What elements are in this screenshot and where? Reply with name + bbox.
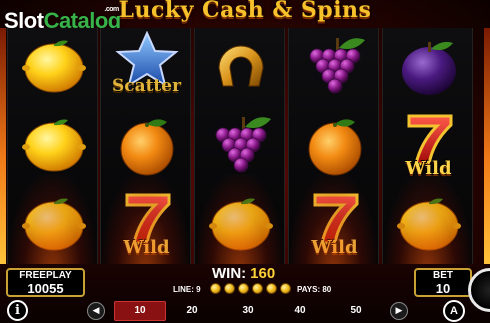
autoplay-button[interactable]: A xyxy=(443,300,465,322)
coin-icon xyxy=(238,283,249,294)
left-flame-border xyxy=(0,28,6,264)
symbol-lemon xyxy=(195,186,284,264)
bet-option-40[interactable]: 40 xyxy=(274,301,326,321)
watermark-suffix: .com xyxy=(104,6,119,13)
bet-option-20[interactable]: 20 xyxy=(166,301,218,321)
coin-icon xyxy=(210,283,221,294)
symbol-grapes xyxy=(289,28,378,106)
coin-icon xyxy=(224,283,235,294)
symbol-seven-wild: Wild xyxy=(289,186,378,264)
bet-option-10[interactable]: 10 xyxy=(114,301,166,321)
pays-info: PAYS: 80 xyxy=(297,285,332,294)
freeplay-box: FREEPLAY 10055 xyxy=(6,268,85,297)
right-flame-border xyxy=(484,28,490,264)
reel-2: Scatter Wild xyxy=(100,28,191,264)
coin-indicator xyxy=(210,283,291,294)
wild-label: Wild xyxy=(123,237,170,258)
symbol-orange xyxy=(289,107,378,185)
scatter-label: Scatter xyxy=(111,76,182,96)
bet-prev-button[interactable]: ◀ xyxy=(87,302,105,320)
bet-box: BET 10 xyxy=(414,268,472,297)
symbol-scatter: Scatter xyxy=(101,28,190,106)
bet-option-50[interactable]: 50 xyxy=(330,301,382,321)
symbol-seven-wild: Wild xyxy=(383,107,472,185)
symbol-lemon xyxy=(8,107,97,185)
coin-icon xyxy=(280,283,291,294)
symbol-lemon xyxy=(8,28,97,106)
reel-3 xyxy=(194,28,285,264)
win-value: 160 xyxy=(250,265,276,282)
symbol-seven-wild: Wild xyxy=(101,186,190,264)
symbol-lemon xyxy=(8,186,97,264)
reel-5: Wild xyxy=(382,28,473,264)
coin-icon xyxy=(252,283,263,294)
wild-label: Wild xyxy=(311,237,358,258)
symbol-plum xyxy=(383,28,472,106)
bet-next-button[interactable]: ▶ xyxy=(390,302,408,320)
freeplay-value: 10055 xyxy=(27,281,64,296)
reel-4: Wild xyxy=(288,28,379,264)
bet-value: 10 xyxy=(435,281,451,296)
bet-option-30[interactable]: 30 xyxy=(222,301,274,321)
symbol-orange xyxy=(101,107,190,185)
reel-1 xyxy=(7,28,98,264)
win-display: WIN: 160 xyxy=(212,265,275,282)
symbol-lemon xyxy=(383,186,472,264)
coin-icon xyxy=(266,283,277,294)
win-label: WIN: xyxy=(212,265,247,282)
symbol-grapes xyxy=(195,107,284,185)
bet-selector: ◀ 10 20 30 40 50 ▶ xyxy=(84,300,414,322)
symbol-horseshoe xyxy=(195,28,284,106)
line-info: LINE: 9 xyxy=(173,285,201,294)
game-screen: Lucky Cash & Spins SlotCatalog .com Scat… xyxy=(0,0,490,323)
info-button[interactable]: i xyxy=(7,300,28,321)
wild-label: Wild xyxy=(405,158,452,179)
